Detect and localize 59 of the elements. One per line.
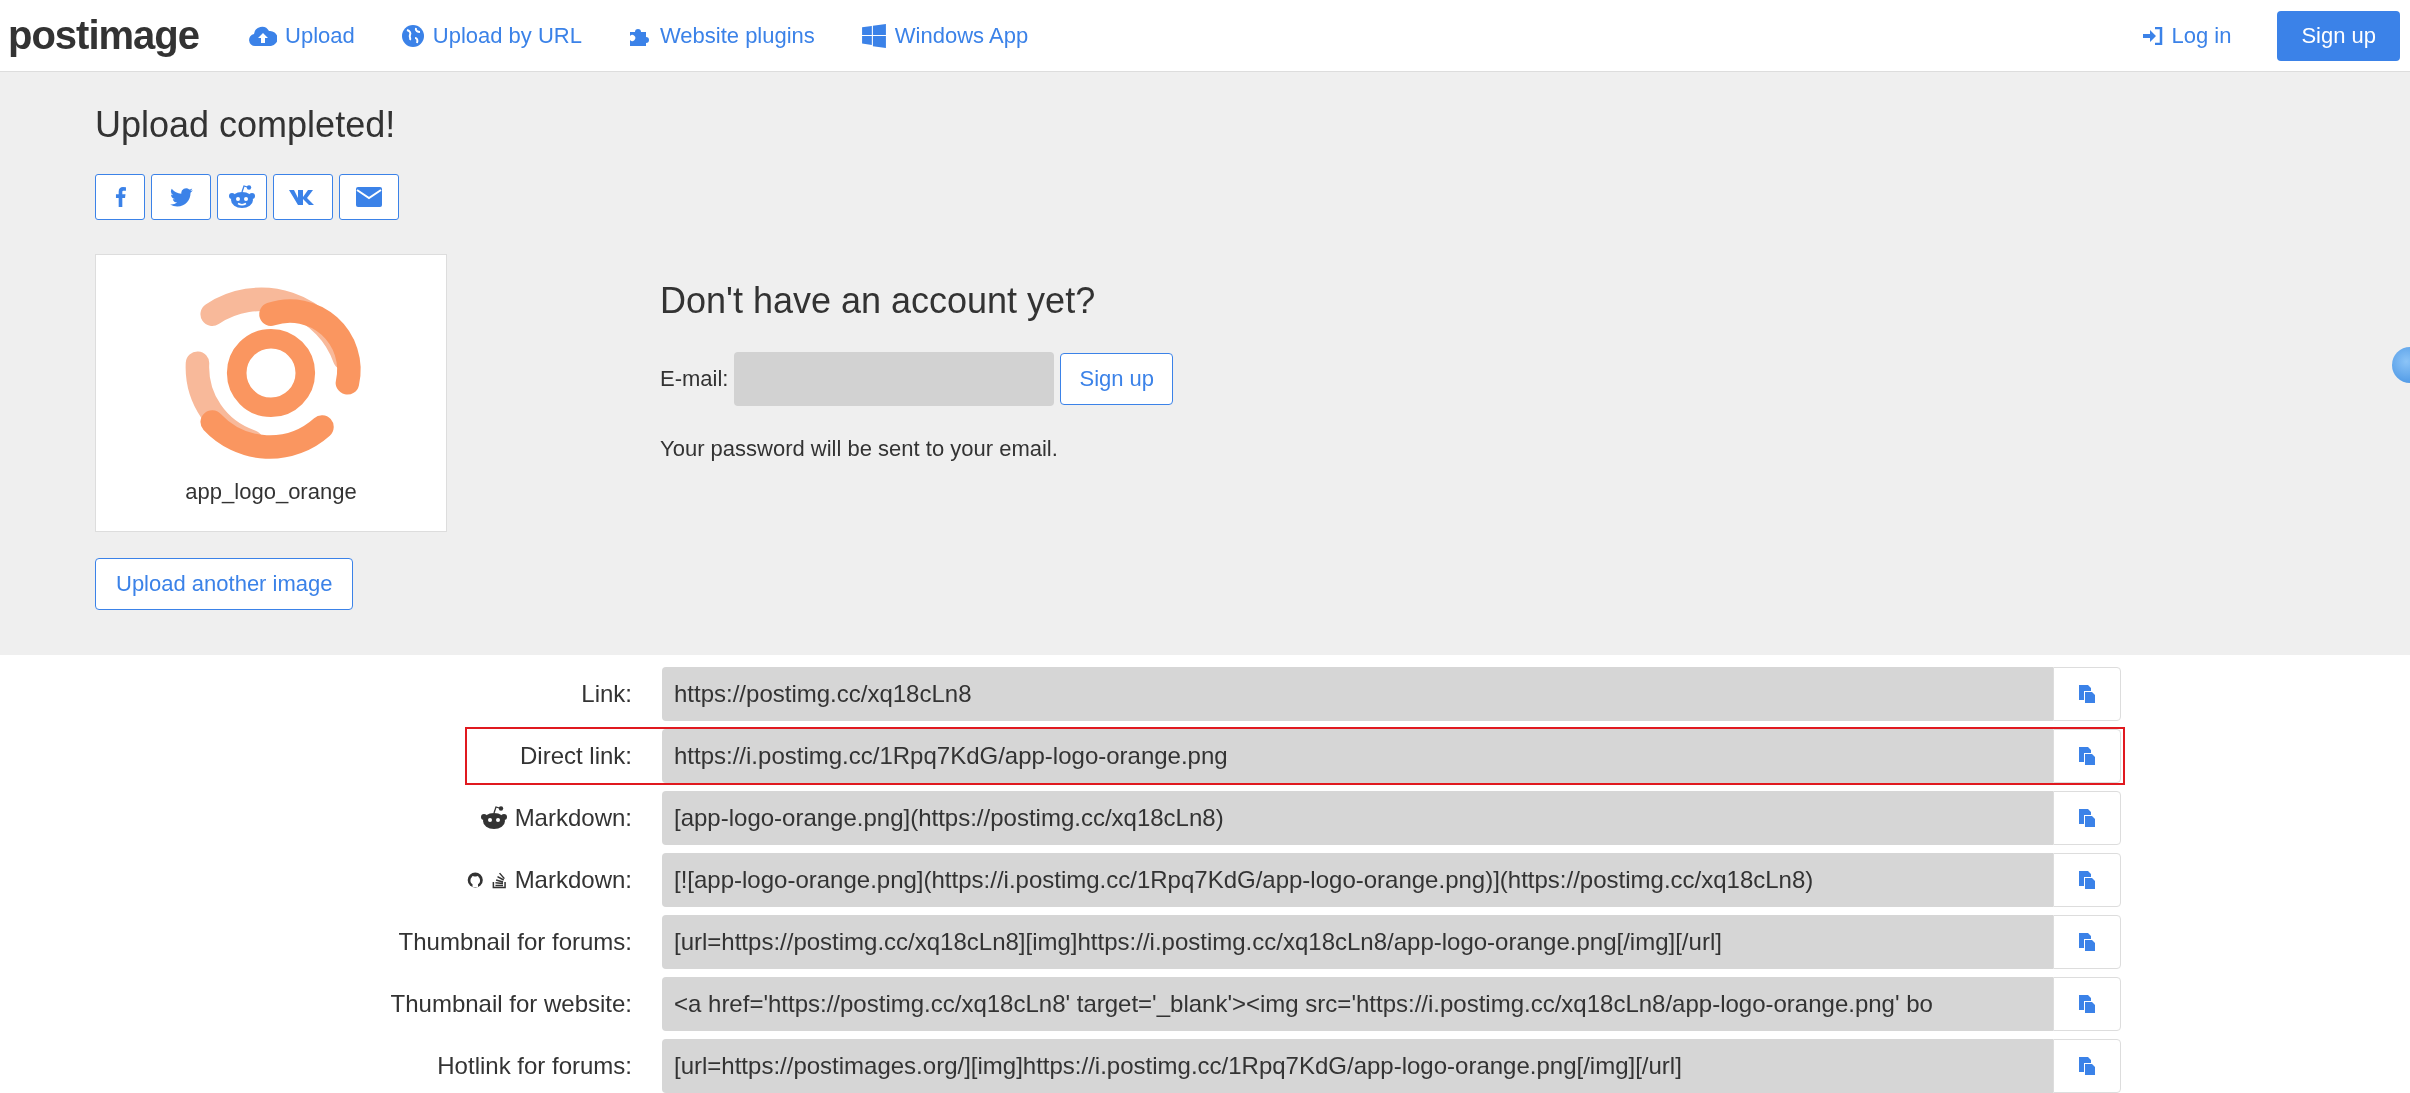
copy-button[interactable] (2053, 915, 2121, 969)
link-field[interactable]: [![app-logo-orange.png](https://i.postimg.cc/1Rpq7KdG/app-logo-orange.png)](https://postimg.cc/xq18cLn8) (662, 853, 2053, 907)
sign-in-icon (2143, 26, 2164, 45)
vk-icon (289, 189, 317, 205)
password-note: Your password will be sent to your email. (660, 436, 1059, 462)
copy-icon (2079, 809, 2095, 827)
share-button[interactable] (339, 174, 399, 220)
twitter-bird-icon (169, 187, 193, 207)
copy-button[interactable] (2053, 729, 2121, 783)
link-field[interactable]: <a href='https://postimg.cc/xq18cLn8' target='_blank'><img src='https://i.postimg.cc/xq18cLn8/app-logo-orange.png' bo (662, 977, 2053, 1031)
reddit-alien-icon (229, 185, 255, 209)
upload-another-button[interactable]: Upload another image (95, 558, 354, 610)
share-button[interactable] (273, 174, 333, 220)
copy-icon (2079, 871, 2095, 889)
link-label: Hotlink for forums: (437, 1052, 632, 1080)
facebook-icon (114, 187, 126, 207)
sign-up-button[interactable]: Sign up (2277, 10, 2400, 61)
email-field[interactable] (734, 352, 1055, 406)
link-label: Markdown: (514, 866, 632, 894)
nav-link[interactable]: Upload by URL (400, 22, 582, 49)
link-field[interactable]: [url=https://postimages.org/][img]https://i.postimg.cc/1Rpq7KdG/app-logo-orange.png[/img][/url] (662, 1039, 2053, 1093)
copy-icon (2079, 685, 2095, 703)
copy-icon (2079, 1057, 2095, 1075)
link-label: Thumbnail for forums: (398, 928, 632, 956)
link-field[interactable]: https://i.postimg.cc/1Rpq7KdG/app-logo-orange.png (662, 729, 2053, 783)
windows-icon (860, 22, 887, 49)
share-button[interactable] (217, 174, 267, 220)
cloud-upload-icon (249, 25, 278, 46)
link-field[interactable]: [app-logo-orange.png](https://postimg.cc/xq18cLn8) (662, 791, 2053, 845)
reddit-alien-icon (480, 806, 507, 830)
copy-button[interactable] (2053, 791, 2121, 845)
copy-icon (2079, 747, 2095, 765)
globe-icon (400, 23, 425, 48)
page-title: Upload completed! (95, 104, 397, 146)
link-label: Direct link: (519, 742, 632, 770)
sign-up-button[interactable]: Sign up (1060, 353, 1174, 405)
copy-button[interactable] (2053, 667, 2121, 721)
image-caption: app_logo_orange (185, 479, 357, 505)
nav-link[interactable]: Website plugins (627, 22, 815, 49)
signup-heading: Don't have an account yet? (660, 280, 1097, 322)
share-button[interactable] (151, 174, 211, 220)
link-field[interactable]: https://postimg.cc/xq18cLn8 (662, 667, 2053, 721)
site-logo[interactable]: postimage (8, 13, 200, 58)
nav-link[interactable]: Upload (249, 22, 355, 49)
link-field[interactable]: [url=https://postimg.cc/xq18cLn8][img]https://i.postimg.cc/xq18cLn8/app-logo-orange.png[/img][/url] (662, 915, 2053, 969)
link-label: Thumbnail for website: (390, 990, 632, 1018)
copy-button[interactable] (2053, 853, 2121, 907)
copy-icon (2079, 995, 2095, 1013)
copy-button[interactable] (2053, 1039, 2121, 1093)
link-label: Link: (581, 680, 632, 708)
copy-icon (2079, 933, 2095, 951)
link-label: Markdown: (514, 804, 632, 832)
login-link[interactable]: Log in (2143, 22, 2232, 49)
envelope-icon (356, 187, 382, 207)
share-button[interactable] (95, 174, 145, 220)
copy-button[interactable] (2053, 977, 2121, 1031)
nav-link[interactable]: Windows App (860, 22, 1029, 49)
email-label: E-mail: (660, 366, 729, 392)
image-preview-card[interactable]: app_logo_orange (95, 254, 447, 532)
